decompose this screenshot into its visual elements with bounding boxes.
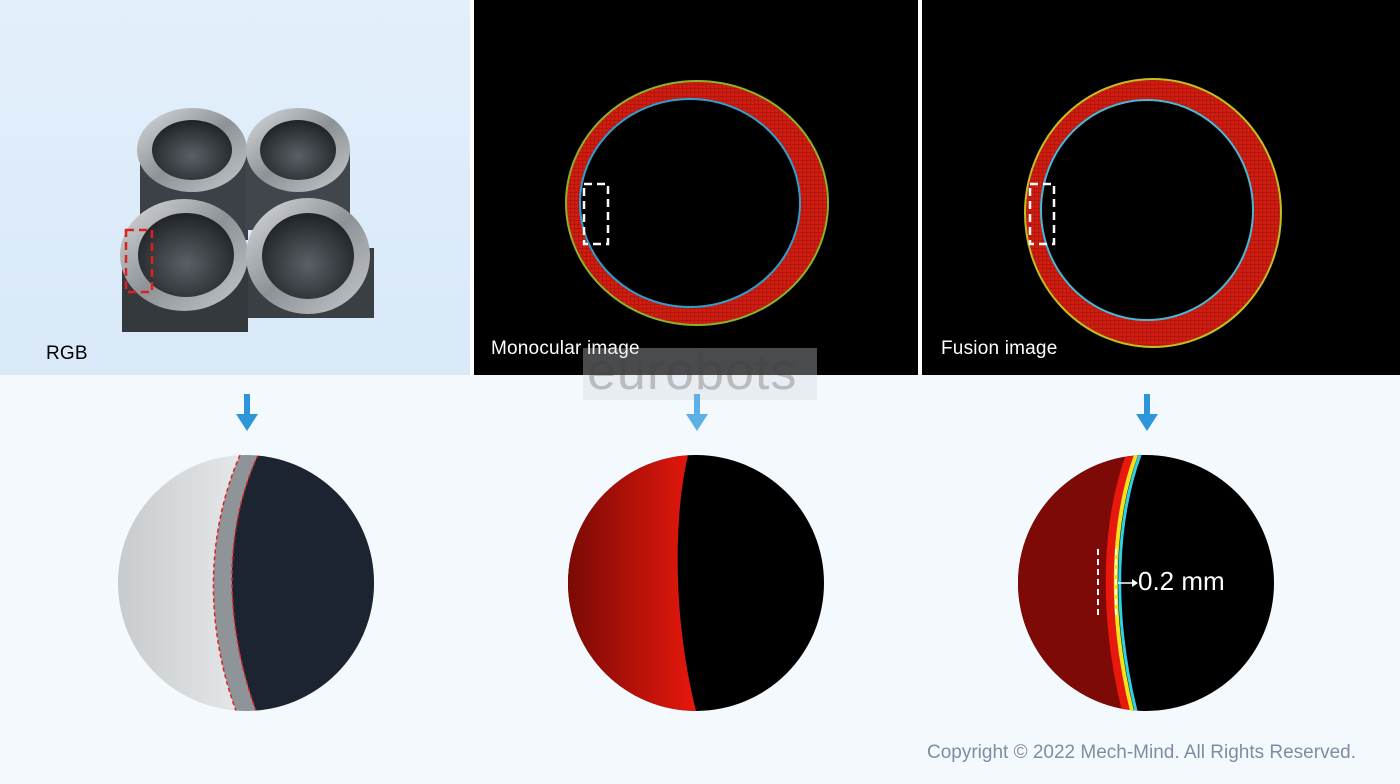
copyright-text: Copyright © 2022 Mech-Mind. All Rights R… bbox=[926, 742, 1356, 763]
measurement-label: 0.2 mm bbox=[1138, 566, 1225, 596]
rgb-panel: RGB bbox=[0, 0, 470, 375]
watermark-text: eurobots bbox=[587, 348, 798, 400]
down-arrow-icon bbox=[1136, 394, 1158, 431]
watermark: eurobots bbox=[583, 348, 817, 400]
rgb-label: RGB bbox=[46, 343, 88, 364]
monocular-zoom-circle bbox=[568, 455, 824, 711]
down-arrow-icon bbox=[236, 394, 258, 431]
down-arrow-icon bbox=[686, 394, 708, 431]
monocular-ring bbox=[565, 80, 829, 326]
rgb-zoom-circle bbox=[118, 455, 374, 711]
fusion-ring bbox=[1024, 78, 1282, 348]
fusion-label: Fusion image bbox=[941, 338, 1058, 359]
monocular-panel: Monocular image bbox=[474, 0, 918, 375]
fusion-panel: Fusion image bbox=[922, 0, 1400, 375]
rgb-photo bbox=[120, 108, 374, 332]
